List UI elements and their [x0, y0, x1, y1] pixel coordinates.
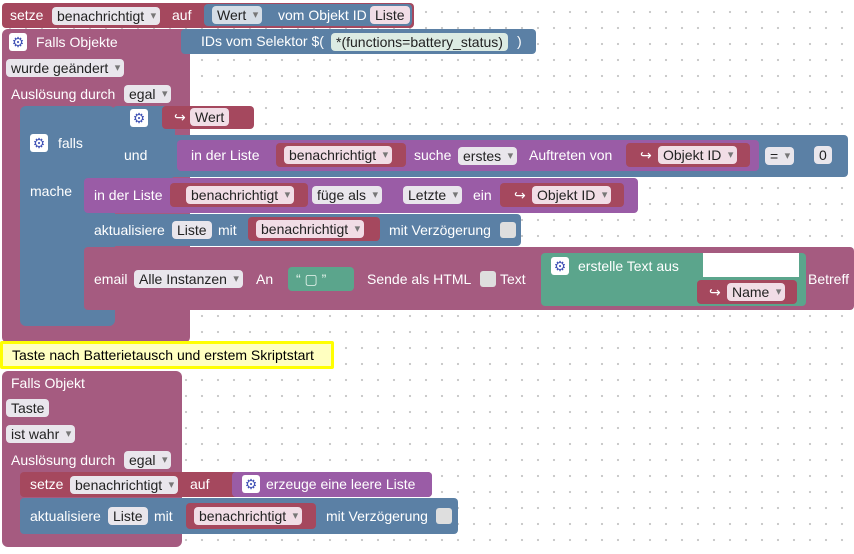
betreff-label: Betreff	[808, 271, 849, 287]
arrow-hook-icon: ↪	[709, 284, 721, 300]
verzoegerung-label: mit Verzögerung	[389, 222, 491, 238]
comment-text: Taste nach Batterietausch und erstem Skr…	[12, 347, 314, 363]
join-text-block[interactable]: ⚙ erstelle Text aus ↪ Name	[541, 253, 806, 306]
falls-objekt-label: Falls Objekt	[11, 375, 85, 391]
mit-label: mit	[218, 222, 237, 238]
number-block[interactable]: 0	[808, 143, 836, 167]
ist-wahr-dropdown[interactable]: ist wahr	[6, 425, 76, 443]
variable-dropdown[interactable]: benachrichtigt	[52, 7, 161, 25]
sende-html-label: Sende als HTML	[367, 271, 472, 287]
create-list-block[interactable]: ⚙ erzeuge eine leere Liste	[232, 472, 432, 497]
variable-dropdown[interactable]: benachrichtigt	[70, 476, 179, 494]
aktualisiere-label: aktualisiere	[94, 222, 165, 238]
comment-note[interactable]: Taste nach Batterietausch und erstem Skr…	[0, 341, 334, 369]
erzeuge-label: erzeuge eine leere Liste	[266, 476, 416, 492]
gear-icon[interactable]: ⚙	[551, 257, 569, 275]
setze-label: setze	[30, 476, 64, 492]
quote-icon: “ ▢ ”	[296, 271, 327, 287]
gear-icon[interactable]: ⚙	[242, 475, 260, 493]
list-variable-block[interactable]: benachrichtigt	[248, 217, 380, 241]
falls-label: falls	[58, 135, 83, 151]
wert-variable-block[interactable]: ↪ Wert	[162, 106, 254, 129]
wert-getter[interactable]: Wert	[190, 108, 230, 126]
erstes-dropdown[interactable]: erstes	[458, 147, 518, 165]
ausloesung-label: Auslösung durch	[11, 86, 116, 102]
objekt-id-block[interactable]: ↪ Objekt ID	[500, 183, 624, 207]
auftreten-label: Auftreten von	[529, 147, 613, 163]
egal-dropdown[interactable]: egal	[124, 85, 172, 103]
set-variable-block-top[interactable]: setze benachrichtigt auf Wert vom Objekt…	[2, 3, 414, 28]
delay-checkbox[interactable]	[436, 508, 452, 524]
email-label: email	[94, 271, 128, 287]
update-block-2[interactable]: aktualisiere Liste mit benachrichtigt mi…	[20, 498, 458, 534]
liste-variable[interactable]: Liste	[108, 507, 148, 525]
list-variable-dropdown[interactable]: benachrichtigt	[256, 220, 365, 238]
equals-dropdown[interactable]: =	[765, 147, 795, 165]
wurde-geaendert-dropdown[interactable]: wurde geändert	[6, 59, 125, 77]
mache-label: mache	[30, 183, 73, 199]
selector-block[interactable]: IDs vom Selektor $( *(functions=battery_…	[181, 29, 536, 54]
list-variable-block[interactable]: benachrichtigt	[186, 503, 316, 529]
objekt-id-dropdown[interactable]: Objekt ID	[532, 186, 612, 204]
name-dropdown[interactable]: Name	[727, 283, 786, 301]
instances-dropdown[interactable]: Alle Instanzen	[134, 270, 243, 288]
suche-label: suche	[414, 147, 452, 163]
name-block[interactable]: ↪ Name	[697, 280, 797, 304]
erstelle-label: erstelle Text aus	[578, 258, 679, 274]
gear-icon[interactable]: ⚙	[130, 109, 148, 127]
list-variable-dropdown[interactable]: benachrichtigt	[284, 146, 393, 164]
selector-value[interactable]: *(functions=battery_status)	[331, 33, 508, 51]
an-label: An	[256, 271, 274, 287]
liste-variable[interactable]: Liste	[370, 6, 410, 24]
list-index-block[interactable]: in der Liste benachrichtigt suche erstes…	[177, 140, 759, 171]
list-insert-block[interactable]: in der Liste benachrichtigt füge als Let…	[84, 178, 638, 213]
list-variable-dropdown[interactable]: benachrichtigt	[186, 186, 295, 204]
set-variable-block-2[interactable]: setze benachrichtigt auf ⚙ erzeuge eine …	[20, 472, 432, 497]
gear-icon[interactable]: ⚙	[9, 33, 27, 51]
ein-label: ein	[473, 187, 492, 203]
arrow-hook-icon: ↪	[514, 187, 526, 203]
in-der-liste-label: in der Liste	[94, 187, 163, 203]
fuege-als-dropdown[interactable]: füge als	[312, 186, 383, 204]
arrow-hook-icon: ↪	[174, 109, 186, 125]
taste-field[interactable]: Taste	[6, 399, 50, 417]
auf-label: auf	[172, 7, 192, 23]
in-der-liste-label: in der Liste	[191, 147, 260, 163]
mit-label: mit	[154, 508, 173, 524]
value-of-object-block[interactable]: Wert vom Objekt ID Liste	[204, 4, 412, 26]
egal-dropdown[interactable]: egal	[124, 451, 172, 469]
liste-variable[interactable]: Liste	[172, 221, 212, 239]
vom-objekt-label: vom Objekt ID	[278, 7, 367, 23]
falls-objekte-label: Falls Objekte	[36, 34, 118, 50]
delay-checkbox[interactable]	[500, 222, 516, 238]
und-label: und	[124, 147, 148, 163]
update-block-1[interactable]: aktualisiere Liste mit benachrichtigt mi…	[84, 214, 521, 246]
arrow-hook-icon: ↪	[640, 147, 652, 163]
objekt-id-dropdown[interactable]: Objekt ID	[658, 146, 738, 164]
setze-label: setze	[10, 7, 44, 23]
list-variable-block[interactable]: benachrichtigt	[170, 183, 308, 207]
letzte-dropdown[interactable]: Letzte	[403, 186, 463, 204]
gear-icon[interactable]: ⚙	[30, 134, 48, 152]
list-variable-block[interactable]: benachrichtigt	[276, 143, 406, 167]
text-block[interactable]: “ ▢ ”	[288, 267, 354, 291]
number-field[interactable]: 0	[814, 146, 832, 164]
wert-dropdown[interactable]: Wert	[212, 6, 263, 24]
objekt-id-block[interactable]: ↪ Objekt ID	[626, 143, 750, 167]
empty-slot[interactable]	[703, 253, 799, 277]
auf-label: auf	[190, 476, 210, 492]
html-checkbox[interactable]	[480, 271, 496, 287]
verzoegerung-label: mit Verzögerung	[326, 508, 428, 524]
list-variable-dropdown[interactable]: benachrichtigt	[194, 507, 303, 525]
text-label: Text	[500, 271, 526, 287]
selector-label: IDs vom Selektor $(	[201, 33, 324, 49]
ausloesung-label: Auslösung durch	[11, 452, 116, 468]
selector-close: )	[517, 33, 522, 49]
aktualisiere-label: aktualisiere	[30, 508, 101, 524]
